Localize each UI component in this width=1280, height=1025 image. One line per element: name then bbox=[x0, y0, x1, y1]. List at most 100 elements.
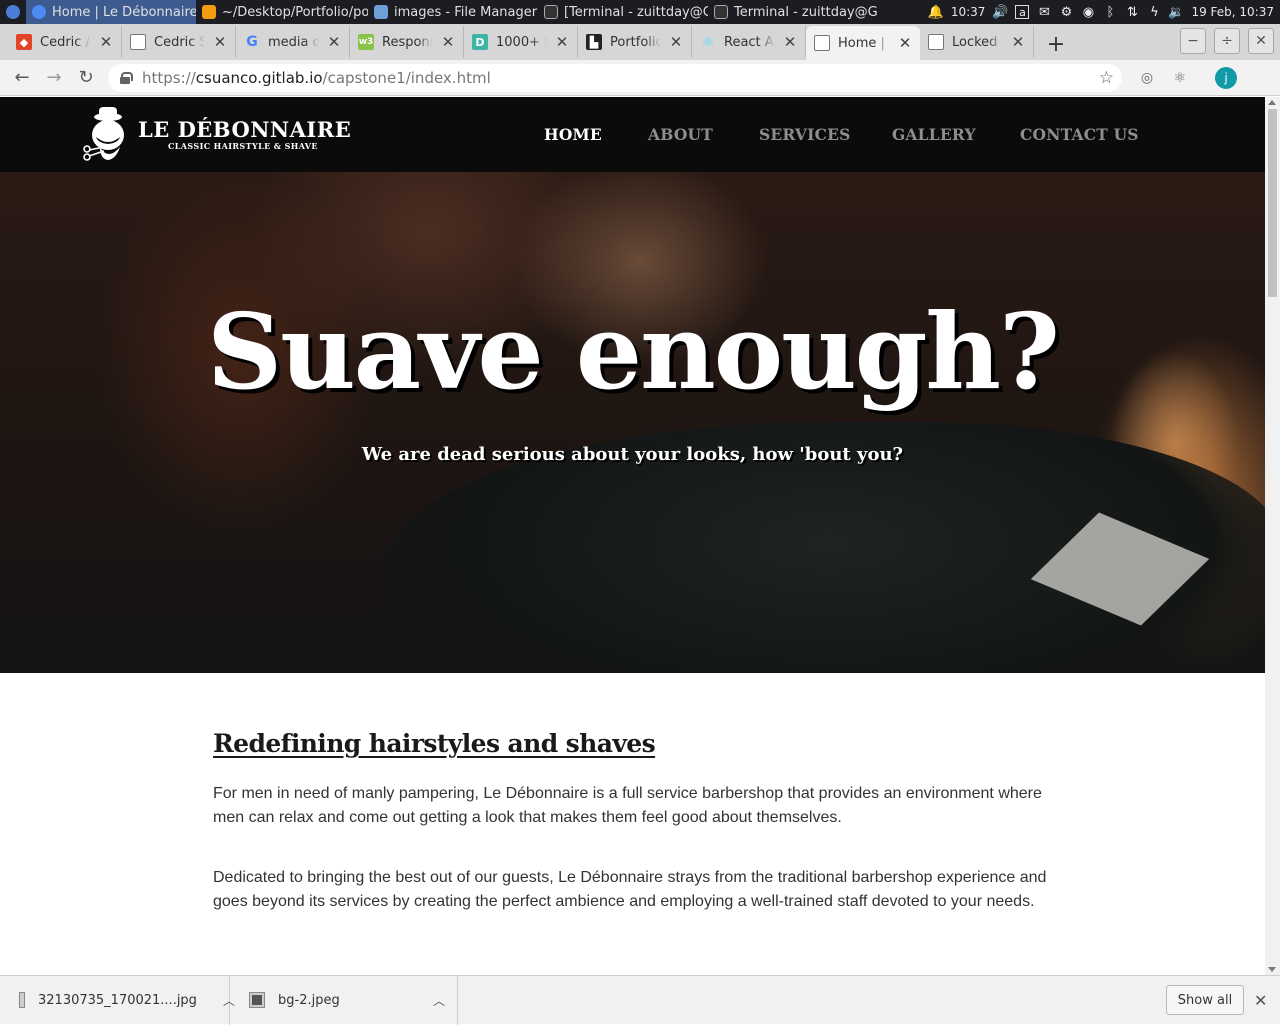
url-scheme: https:// bbox=[142, 69, 196, 87]
close-window-button[interactable]: ✕ bbox=[1248, 28, 1274, 54]
image-file-icon bbox=[20, 993, 24, 1007]
task-terminal-1[interactable]: [Terminal - zuittday@G... bbox=[538, 0, 708, 24]
maximize-button[interactable]: ÷ bbox=[1214, 28, 1240, 54]
brand-name: LE DÉBONNAIRE bbox=[138, 117, 352, 142]
keyboard-layout-icon[interactable]: a bbox=[1015, 5, 1030, 19]
tab-react-app[interactable]: ⚛ React App ✕ bbox=[692, 26, 806, 58]
address-bar[interactable]: https://csuanco.gitlab.io/capstone1/inde… bbox=[108, 64, 1122, 92]
sublime-icon bbox=[202, 5, 216, 19]
profile-avatar[interactable]: j bbox=[1215, 67, 1237, 89]
download-filename: bg-2.jpeg bbox=[278, 992, 340, 1008]
barber-logo-icon bbox=[82, 107, 132, 161]
chrome-icon bbox=[32, 5, 46, 19]
back-icon[interactable]: ← bbox=[6, 62, 38, 94]
nav-home[interactable]: HOME bbox=[544, 125, 602, 144]
bookmark-star-icon[interactable]: ☆ bbox=[1099, 68, 1114, 88]
nav-about[interactable]: ABOUT bbox=[648, 125, 713, 144]
app-menu-icon[interactable] bbox=[0, 0, 26, 24]
speaker-icon[interactable]: 🔉 bbox=[1168, 5, 1184, 20]
d-icon: D bbox=[472, 34, 488, 50]
close-icon[interactable]: ✕ bbox=[441, 33, 455, 51]
folder-icon bbox=[374, 5, 388, 19]
chevron-up-icon[interactable]: ︿ bbox=[433, 992, 445, 1009]
page-icon bbox=[130, 34, 146, 50]
page-viewport: LE DÉBONNAIRE CLASSIC HAIRSTYLE & SHAVE … bbox=[0, 97, 1265, 975]
close-icon[interactable]: ✕ bbox=[327, 33, 341, 51]
image-file-icon bbox=[250, 993, 264, 1007]
hero-subtitle: We are dead serious about your looks, ho… bbox=[361, 444, 904, 465]
terminal-icon bbox=[714, 5, 728, 19]
tab-locked[interactable]: Locked & ✕ bbox=[920, 26, 1034, 58]
about-section: Redefining hairstyles and shaves For men… bbox=[213, 729, 1063, 950]
system-tray: 🔔 10:37 🔊 a ✉ ⚙ ◉ ᛒ ⇅ ϟ 🔉 19 Feb, 10:37 bbox=[928, 5, 1280, 20]
download-item-2[interactable]: bg-2.jpeg ︿ bbox=[230, 975, 458, 1025]
close-icon[interactable]: ✕ bbox=[1011, 33, 1025, 51]
url-host: csuanco.gitlab.io bbox=[195, 69, 323, 87]
download-item-1[interactable]: 32130735_170021....jpg ︿ bbox=[0, 975, 235, 1025]
lock-icon[interactable] bbox=[120, 72, 133, 84]
tab-home-le-debonnaire[interactable]: Home | Le ✕ bbox=[806, 26, 920, 60]
brand-logo[interactable]: LE DÉBONNAIRE CLASSIC HAIRSTYLE & SHAVE bbox=[82, 107, 351, 161]
task-sublime[interactable]: ~/Desktop/Portfolio/por... bbox=[196, 0, 368, 24]
minimize-button[interactable]: − bbox=[1180, 28, 1206, 54]
scroll-down-icon[interactable] bbox=[1268, 967, 1276, 972]
date-time[interactable]: 19 Feb, 10:37 bbox=[1191, 5, 1274, 19]
tab-google-search[interactable]: G media que ✕ bbox=[236, 26, 350, 58]
page-scrollbar[interactable] bbox=[1265, 97, 1280, 975]
about-heading: Redefining hairstyles and shaves bbox=[213, 729, 656, 758]
close-icon[interactable]: ✕ bbox=[898, 34, 912, 52]
download-filename: 32130735_170021....jpg bbox=[38, 992, 197, 1008]
task-file-manager[interactable]: images - File Manager bbox=[368, 0, 538, 24]
extension-react-icon[interactable]: ⚛ bbox=[1170, 68, 1190, 88]
tab-gitlab[interactable]: ◆ Cedric / pr ✕ bbox=[8, 26, 122, 58]
settings-icon[interactable]: ⚙ bbox=[1059, 5, 1073, 20]
browser-toolbar: ← → ↻ https://csuanco.gitlab.io/capstone… bbox=[0, 60, 1280, 96]
show-all-button[interactable]: Show all bbox=[1166, 985, 1244, 1015]
close-icon[interactable]: ✕ bbox=[213, 33, 227, 51]
url-path: /capstone1/index.html bbox=[322, 69, 491, 87]
nav-contact-us[interactable]: CONTACT US bbox=[1020, 125, 1139, 144]
google-icon: G bbox=[246, 34, 258, 50]
power-icon[interactable]: ϟ bbox=[1147, 5, 1161, 20]
scroll-up-icon[interactable] bbox=[1268, 100, 1276, 105]
tab-w3schools[interactable]: w3 Responsiv ✕ bbox=[350, 26, 464, 58]
bell-icon[interactable]: 🔔 bbox=[928, 5, 944, 20]
bluetooth-icon[interactable]: ᛒ bbox=[1103, 5, 1117, 20]
hero-title: Suave enough? bbox=[207, 290, 1060, 413]
tab-portfolio[interactable]: ▙ Portfolio E ✕ bbox=[578, 26, 692, 58]
terminal-icon bbox=[544, 5, 558, 19]
tab-english[interactable]: D 1000+ Eng ✕ bbox=[464, 26, 578, 58]
task-chrome[interactable]: Home | Le Débonnaire ... bbox=[26, 0, 196, 24]
extension-owl-icon[interactable]: ◎ bbox=[1137, 68, 1157, 88]
w3-icon: w3 bbox=[358, 34, 374, 50]
react-icon: ⚛ bbox=[701, 33, 715, 51]
volume-icon[interactable]: 🔊 bbox=[992, 5, 1008, 20]
download-bar: 32130735_170021....jpg ︿ bg-2.jpeg ︿ Sho… bbox=[0, 975, 1280, 1025]
close-icon[interactable]: ✕ bbox=[783, 33, 797, 51]
site-navbar: LE DÉBONNAIRE CLASSIC HAIRSTYLE & SHAVE … bbox=[0, 97, 1265, 172]
portfolio-icon: ▙ bbox=[586, 34, 602, 50]
new-tab-button[interactable]: + bbox=[1038, 28, 1074, 60]
network-icon[interactable]: ⇅ bbox=[1125, 5, 1139, 20]
close-icon[interactable]: ✕ bbox=[99, 33, 113, 51]
task-terminal-2[interactable]: Terminal - zuittday@GE... bbox=[708, 0, 878, 24]
reload-icon[interactable]: ↻ bbox=[70, 62, 102, 94]
close-icon[interactable]: ✕ bbox=[1254, 991, 1267, 1010]
redshift-icon[interactable]: ◉ bbox=[1081, 5, 1095, 20]
nav-services[interactable]: SERVICES bbox=[759, 125, 851, 144]
close-icon[interactable]: ✕ bbox=[669, 33, 683, 51]
os-taskbar: Home | Le Débonnaire ... ~/Desktop/Portf… bbox=[0, 0, 1280, 24]
tab-cedric[interactable]: Cedric Sua ✕ bbox=[122, 26, 236, 58]
about-paragraph-1: For men in need of manly pampering, Le D… bbox=[213, 785, 1042, 826]
brand-tagline: CLASSIC HAIRSTYLE & SHAVE bbox=[168, 141, 318, 151]
clock[interactable]: 10:37 bbox=[951, 5, 986, 19]
close-icon[interactable]: ✕ bbox=[555, 33, 569, 51]
hero-banner: Suave enough? We are dead serious about … bbox=[0, 172, 1265, 673]
scrollbar-thumb[interactable] bbox=[1268, 109, 1277, 297]
nav-gallery[interactable]: GALLERY bbox=[892, 125, 976, 144]
page-icon bbox=[814, 35, 830, 51]
mail-icon[interactable]: ✉ bbox=[1037, 5, 1051, 20]
page-icon bbox=[928, 34, 944, 50]
forward-icon[interactable]: → bbox=[38, 62, 70, 94]
browser-tab-strip: ◆ Cedric / pr ✕ Cedric Sua ✕ G media que… bbox=[0, 24, 1280, 60]
